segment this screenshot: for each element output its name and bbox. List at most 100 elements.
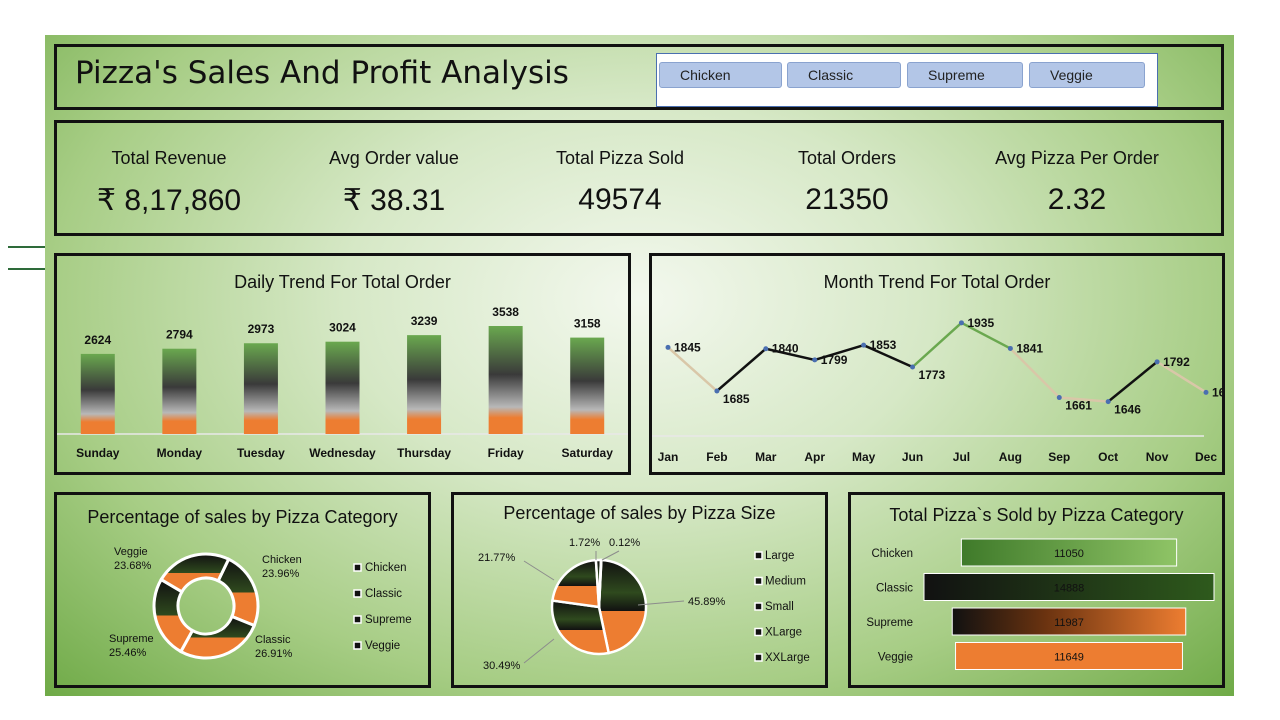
donut-slice-value: 26.91%: [255, 648, 293, 660]
donut-legend-swatch: [353, 641, 362, 650]
month-category-label: Nov: [1146, 450, 1169, 464]
size-sales-panel: Percentage of sales by Pizza Size 45.89%…: [451, 492, 828, 688]
daily-trend-chart: 2624 Sunday 2794 Monday 2973 Tuesday 3024 Wedne…: [57, 305, 628, 460]
category-sales-panel: Percentage of sales by Pizza Category Ch…: [54, 492, 431, 688]
category-slicer: Chicken Classic Supreme Veggie: [656, 53, 1158, 107]
daily-bar-monday: [162, 348, 197, 434]
donut-slice-veggie: [159, 552, 231, 594]
kpi-avg-pizza-per-order-value: 2.32: [1047, 183, 1107, 216]
slicer-supreme-button[interactable]: Supreme: [907, 62, 1023, 88]
donut-legend-label: Chicken: [365, 562, 407, 574]
donut-slice-name: Classic: [255, 634, 291, 646]
month-category-label: Apr: [804, 450, 825, 464]
daily-value-label: 2624: [84, 333, 111, 347]
month-point: [861, 342, 867, 348]
daily-value-label: 3239: [411, 314, 438, 328]
pie-slice-medium: [550, 599, 611, 656]
kpi-avg-order-value-value: ₹ 38.31: [342, 184, 446, 217]
daily-trend-panel: Daily Trend For Total Order 2624 Sunday 27…: [54, 253, 631, 475]
kpi-total-pizza-sold-value: 49574: [578, 183, 662, 216]
category-sales-chart: Chicken 23.96% Classic 26.91% Supreme 25.46% V…: [109, 546, 412, 660]
donut-legend-label: Classic: [365, 588, 402, 600]
month-line-segment: [1009, 347, 1061, 399]
kpi-total-pizza-sold-label: Total Pizza Sold: [555, 148, 685, 168]
month-trend-panel: Month Trend For Total Order 1845 Jan 1685 F…: [649, 253, 1225, 475]
month-category-label: Aug: [999, 450, 1022, 464]
hbar-value-label: 11649: [1054, 652, 1084, 664]
month-value-label: 1685: [723, 392, 750, 406]
donut-slice-name: Supreme: [109, 633, 154, 645]
hbar-value-label: 11987: [1054, 617, 1084, 629]
daily-category-label: Friday: [488, 446, 524, 460]
donut-legend-label: Supreme: [365, 614, 412, 626]
month-line-segment: [716, 347, 767, 392]
month-point: [1007, 345, 1013, 351]
kpi-total-orders-label: Total Orders: [797, 148, 897, 168]
slicer-veggie-button[interactable]: Veggie: [1029, 62, 1145, 88]
daily-value-label: 3024: [329, 321, 356, 335]
kpi-avg-pizza-per-order-label: Avg Pizza Per Order: [995, 148, 1159, 168]
pie-legend-swatch: [754, 576, 763, 586]
kpi-total-orders-value: 21350: [805, 183, 889, 216]
month-category-label: Dec: [1195, 450, 1217, 464]
donut-legend-swatch: [353, 615, 362, 624]
month-value-label: 1661: [1065, 399, 1092, 413]
donut-legend-swatch: [353, 563, 362, 572]
pie-value-label: 30.49%: [483, 660, 521, 672]
pie-legend-label: Large: [765, 550, 794, 562]
kpi-total-revenue-label: Total Revenue: [111, 148, 227, 168]
donut-slice-value: 23.96%: [262, 568, 300, 580]
month-value-label: 1792: [1163, 355, 1190, 369]
pie-leader-line: [523, 638, 555, 664]
month-line-segment: [1107, 360, 1158, 403]
month-point: [714, 388, 720, 394]
slicer-chicken-button[interactable]: Chicken: [659, 62, 782, 88]
hbar-category-label: Classic: [876, 583, 913, 595]
hbar-category-label: Chicken: [871, 548, 913, 560]
daily-bar-tuesday: [243, 343, 278, 434]
daily-category-label: Wednesday: [309, 446, 376, 460]
month-value-label: 1853: [870, 338, 897, 352]
decorative-line-bottom: [8, 268, 48, 270]
category-sold-chart: 11050 Chicken 14888 Classic 11987 Supreme 1164…: [866, 538, 1215, 670]
month-line-segment: [911, 321, 963, 368]
pie-legend-swatch: [754, 602, 763, 611]
daily-bar-saturday: [570, 337, 605, 434]
daily-value-label: 3538: [492, 305, 519, 319]
month-category-label: Sep: [1048, 450, 1070, 464]
month-value-label: 1646: [1114, 403, 1141, 417]
month-trend-chart: 1845 Jan 1685 Feb 1840 Mar 1799 Apr 1853 May 1773 J…: [652, 316, 1222, 464]
daily-category-label: Tuesday: [237, 446, 285, 460]
daily-value-label: 2794: [166, 328, 193, 342]
pie-leader-line: [523, 560, 555, 581]
month-value-label: 1773: [919, 368, 946, 382]
slicer-classic-button[interactable]: Classic: [787, 62, 901, 88]
daily-bar-friday: [488, 325, 523, 434]
daily-bar-thursday: [407, 335, 442, 434]
pie-value-label: 1.72%: [569, 537, 600, 549]
daily-bar-sunday: [80, 353, 115, 434]
month-value-label: 1935: [967, 316, 994, 330]
pie-legend-swatch: [754, 653, 763, 662]
month-point: [812, 357, 818, 363]
pie-value-label: 21.77%: [478, 552, 516, 564]
month-category-label: Jun: [902, 450, 923, 464]
hbar-category-label: Supreme: [866, 617, 913, 629]
decorative-line-top: [8, 246, 48, 248]
category-sold-panel: Total Pizza`s Sold by Pizza Category 110…: [848, 492, 1225, 688]
month-category-label: Oct: [1098, 450, 1118, 464]
month-point: [958, 320, 964, 326]
size-sales-chart: 45.89% 30.49% 21.77% 1.72% 0.12% Large Medium S…: [478, 537, 810, 672]
month-category-label: Mar: [755, 450, 777, 464]
pie-legend-swatch: [754, 627, 763, 637]
month-point: [1056, 395, 1062, 401]
pie-slice-small: [551, 558, 601, 609]
donut-slice-supreme: [152, 577, 195, 654]
month-category-label: May: [852, 450, 876, 464]
pie-legend-label: Medium: [765, 576, 806, 588]
kpi-panel: Total Revenue ₹ 8,17,860 Avg Order value…: [54, 120, 1224, 236]
pie-leader-line: [601, 550, 620, 561]
pie-legend-label: XXLarge: [765, 652, 810, 664]
pie-value-label: 45.89%: [688, 596, 726, 608]
pie-value-label: 0.12%: [609, 537, 640, 549]
